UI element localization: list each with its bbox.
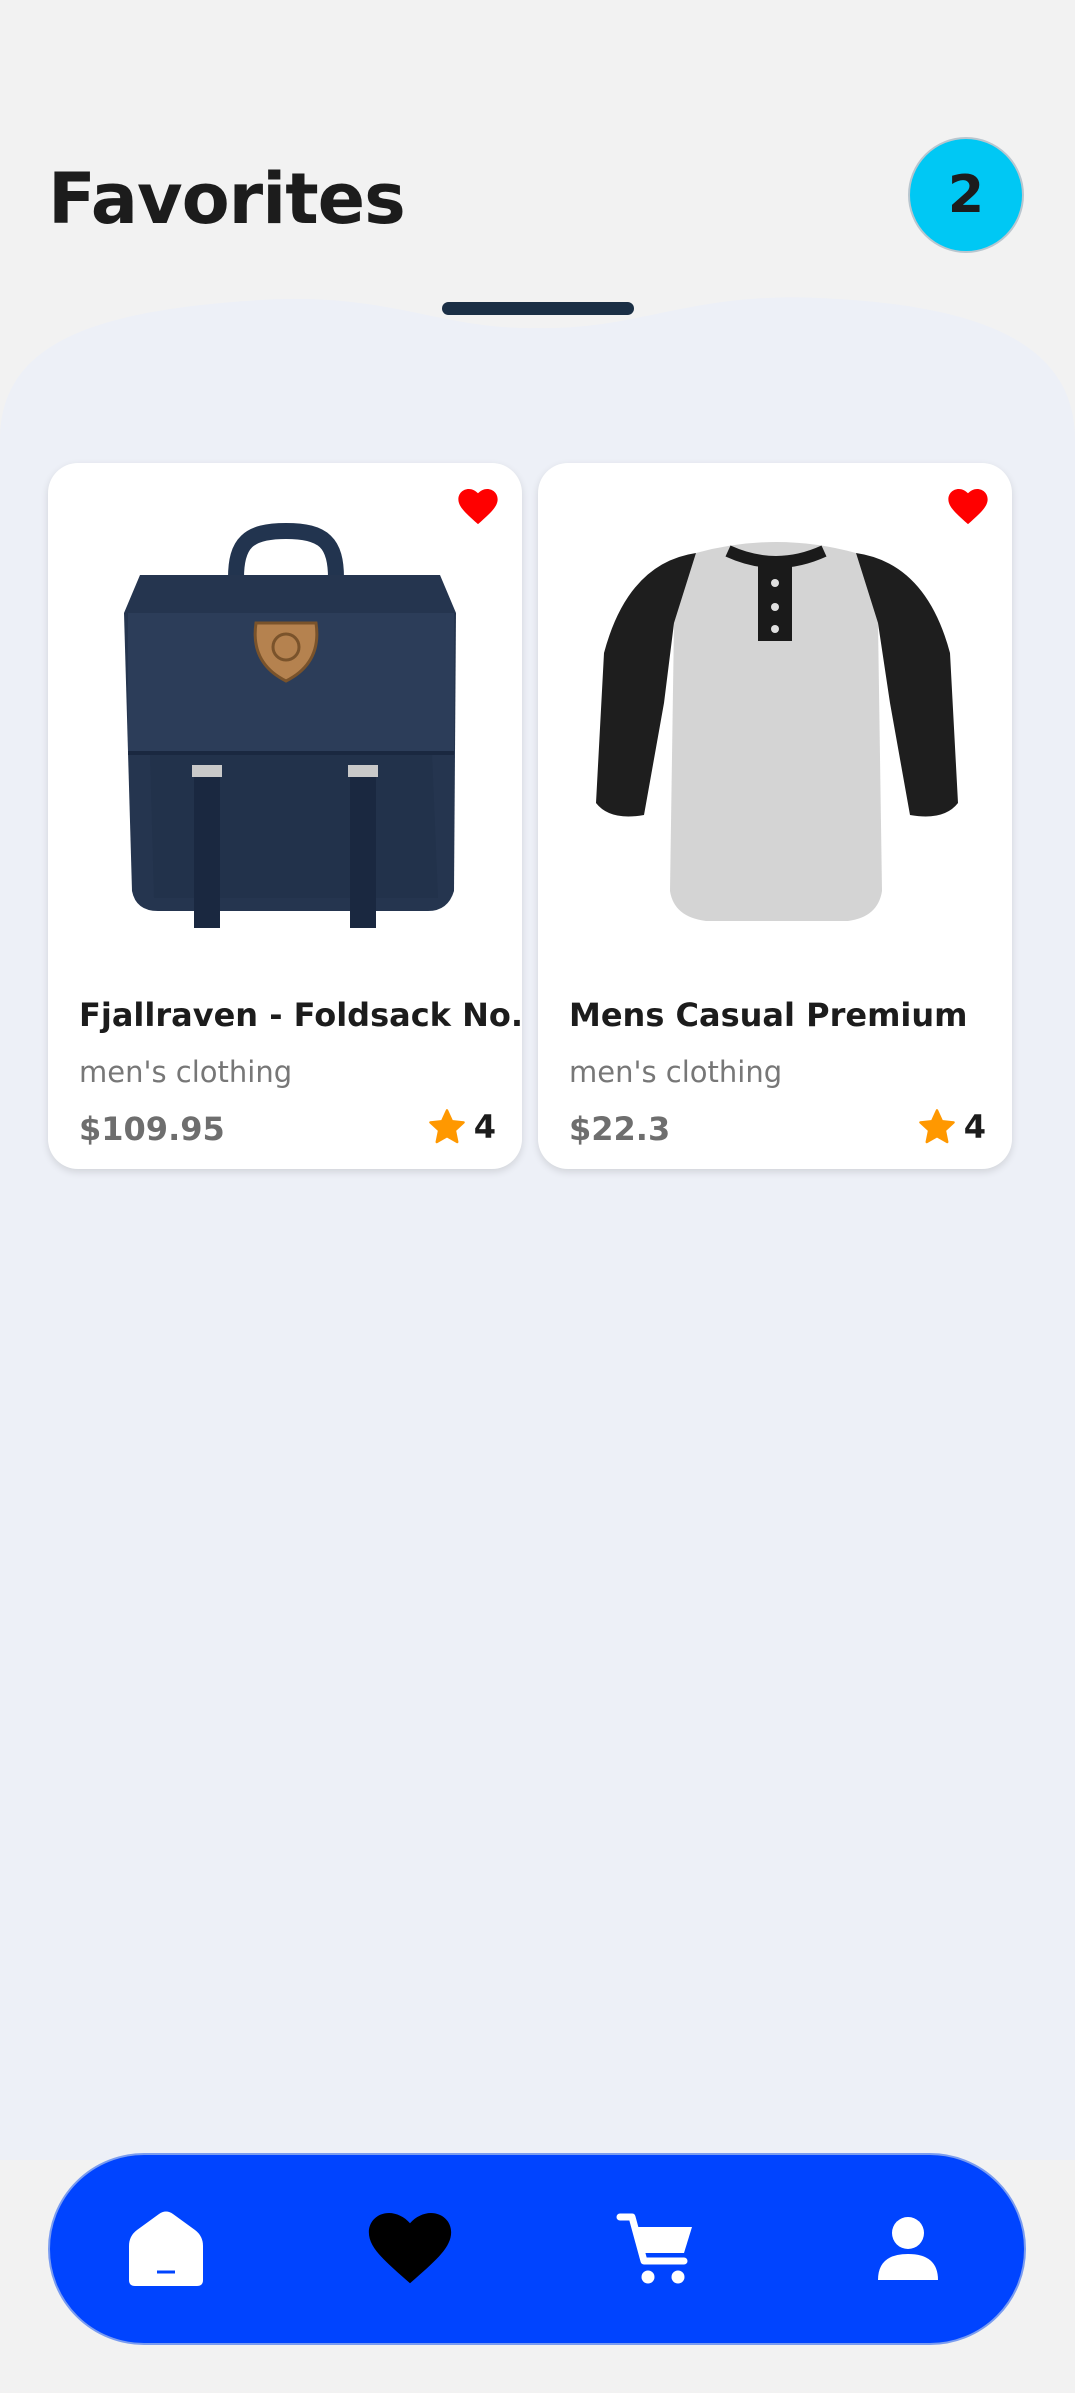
star-icon <box>918 1109 955 1144</box>
cart-icon <box>616 2213 692 2284</box>
nav-profile[interactable] <box>852 2155 964 2343</box>
favorites-count-badge[interactable]: 2 <box>908 137 1024 253</box>
product-price: $22.3 <box>569 1110 671 1148</box>
product-category: men's clothing <box>569 1055 783 1089</box>
raglan-shirt-image <box>596 542 958 921</box>
product-name: Mens Casual Premium <box>569 996 968 1034</box>
product-price: $109.95 <box>79 1110 225 1148</box>
nav-favorites[interactable] <box>354 2155 466 2343</box>
page-title: Favorites <box>48 158 406 240</box>
product-rating: 4 <box>918 1108 986 1146</box>
nav-cart[interactable] <box>600 2155 712 2343</box>
rating-value: 4 <box>473 1108 496 1146</box>
sheet-handle[interactable] <box>442 302 634 315</box>
product-card[interactable]: Fjallraven - Foldsack No. 1 men's clothi… <box>48 463 522 1169</box>
product-card[interactable]: Mens Casual Premium men's clothing $22.3… <box>538 463 1012 1169</box>
home-icon <box>129 2211 203 2286</box>
nav-home[interactable] <box>110 2155 222 2343</box>
product-category: men's clothing <box>79 1055 293 1089</box>
user-icon <box>878 2217 938 2280</box>
header: Favorites 2 <box>0 0 1075 300</box>
bottom-nav <box>48 2153 1026 2345</box>
rating-value: 4 <box>963 1108 986 1146</box>
product-name: Fjallraven - Foldsack No. 1 <box>79 996 522 1034</box>
backpack-image <box>124 522 456 928</box>
product-rating: 4 <box>428 1108 496 1146</box>
star-icon <box>428 1109 465 1144</box>
heart-icon <box>368 2213 452 2284</box>
